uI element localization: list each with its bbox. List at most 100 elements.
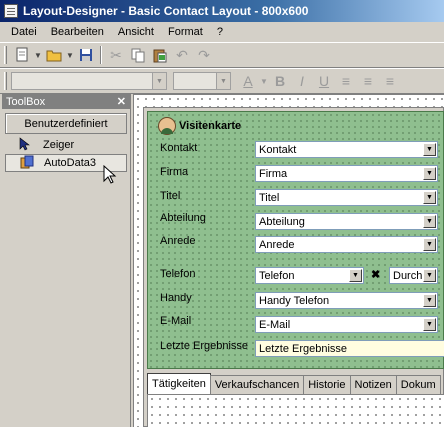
- tab-verkaufschancen[interactable]: Verkaufschancen: [209, 375, 305, 394]
- toolbar-grip[interactable]: [4, 72, 7, 90]
- anrede-dropdown[interactable]: Anrede ▼: [255, 236, 438, 253]
- save-disk-icon: [80, 49, 92, 61]
- durchwahl-dropdown[interactable]: Durch ▼: [389, 267, 438, 284]
- font-size-combo[interactable]: ▼: [173, 72, 231, 90]
- chevron-down-icon[interactable]: ▼: [423, 167, 436, 180]
- label-letzte-ergebnisse: Letzte Ergebnisse: [160, 340, 249, 352]
- titel-dropdown[interactable]: Titel ▼: [255, 189, 438, 206]
- label-telefon: Telefon: [160, 268, 196, 280]
- new-dropdown-arrow[interactable]: ▼: [33, 44, 43, 66]
- cut-icon: ✂: [110, 46, 122, 63]
- field-value: Telefon: [259, 269, 295, 282]
- chevron-down-icon[interactable]: ▼: [423, 318, 436, 331]
- align-right-button[interactable]: ≡: [379, 70, 401, 92]
- undo-icon: ↶: [176, 46, 188, 63]
- chevron-down-icon[interactable]: ▼: [423, 191, 436, 204]
- bold-button[interactable]: B: [269, 70, 291, 92]
- undo-button[interactable]: ↶: [171, 44, 193, 66]
- redo-button[interactable]: ↷: [193, 44, 215, 66]
- align-left-button[interactable]: ≡: [335, 70, 357, 92]
- card-header: Visitenkarte: [158, 117, 241, 135]
- new-layout-button[interactable]: [11, 44, 33, 66]
- abteilung-dropdown[interactable]: Abteilung ▼: [255, 213, 438, 230]
- field-value: Durch: [393, 269, 423, 282]
- paste-icon: [153, 49, 167, 63]
- menu-bearbeiten[interactable]: Bearbeiten: [44, 26, 111, 38]
- open-dropdown-arrow[interactable]: ▼: [65, 44, 75, 66]
- toolbar-separator: [100, 46, 102, 64]
- label-firma: Firma: [160, 166, 189, 178]
- card-title: Visitenkarte: [179, 120, 242, 132]
- underline-icon: U: [318, 73, 330, 89]
- menu-format[interactable]: Format: [161, 26, 210, 38]
- align-center-button[interactable]: ≡: [357, 70, 379, 92]
- label-kontakt: Kontakt: [160, 142, 198, 154]
- telefon-dropdown[interactable]: Telefon ▼: [255, 267, 364, 284]
- copy-icon: [131, 48, 145, 63]
- toolbox-panel: ToolBox ✕ Benutzerdefiniert Zeiger AutoD…: [2, 94, 131, 427]
- chevron-down-icon[interactable]: ▼: [349, 269, 362, 282]
- toolbox-item-pointer[interactable]: Zeiger: [5, 136, 127, 154]
- bold-icon: B: [274, 73, 286, 89]
- field-value: Kontakt: [259, 143, 297, 156]
- toolbar-grip[interactable]: [4, 46, 7, 64]
- toolbox-title: ToolBox: [6, 95, 46, 108]
- label-email: E-Mail: [160, 315, 192, 327]
- open-button[interactable]: [43, 44, 65, 66]
- handy-dropdown[interactable]: Handy Telefon ▼: [255, 292, 438, 309]
- chevron-down-icon[interactable]: ▼: [423, 238, 436, 251]
- app-icon: [4, 4, 18, 18]
- field-value: Titel: [259, 191, 280, 204]
- chevron-down-icon: ▼: [152, 73, 166, 89]
- email-dropdown[interactable]: E-Mail ▼: [255, 316, 438, 333]
- chevron-down-icon[interactable]: ▼: [423, 294, 436, 307]
- menu-ansicht[interactable]: Ansicht: [111, 26, 161, 38]
- tab-historie[interactable]: Historie: [303, 375, 351, 394]
- new-document-icon: [16, 47, 28, 62]
- firma-dropdown[interactable]: Firma ▼: [255, 165, 438, 182]
- font-color-dropdown-arrow[interactable]: ▼: [259, 70, 269, 92]
- font-color-button[interactable]: A: [237, 70, 259, 92]
- copy-button[interactable]: [127, 44, 149, 66]
- chevron-down-icon[interactable]: ▼: [423, 215, 436, 228]
- tab-content-area[interactable]: [147, 395, 444, 427]
- font-name-combo[interactable]: ▼: [11, 72, 167, 90]
- chevron-down-icon[interactable]: ▼: [423, 143, 436, 156]
- font-color-icon: A: [243, 73, 253, 89]
- chevron-down-icon: ▼: [216, 73, 230, 89]
- letzte-ergebnisse-field[interactable]: Letzte Ergebnisse: [255, 340, 444, 357]
- toolbox-item-label: Zeiger: [43, 139, 75, 151]
- save-button[interactable]: [75, 44, 97, 66]
- standard-toolbar: ▼ ▼ ✂ ↶ ↷: [0, 42, 444, 68]
- chevron-down-icon[interactable]: ▼: [423, 269, 436, 282]
- custom-controls-button[interactable]: Benutzerdefiniert: [5, 113, 127, 134]
- menu-bar: Datei Bearbeiten Ansicht Format ?: [0, 22, 444, 42]
- remove-phone-icon[interactable]: ✖: [371, 268, 380, 281]
- redo-icon: ↷: [198, 46, 210, 63]
- paste-button[interactable]: [149, 44, 171, 66]
- tab-dokumente[interactable]: Dokum: [395, 375, 441, 394]
- label-abteilung: Abteilung: [160, 212, 206, 224]
- window-title: Layout-Designer - Basic Contact Layout -…: [23, 4, 309, 18]
- field-value: Letzte Ergebnisse: [259, 342, 348, 355]
- cut-button[interactable]: ✂: [105, 44, 127, 66]
- label-handy: Handy: [160, 292, 192, 304]
- contact-avatar-icon: [158, 117, 176, 135]
- label-titel: Titel: [160, 190, 181, 202]
- toolbox-header: ToolBox ✕: [2, 94, 130, 109]
- close-icon[interactable]: ✕: [117, 95, 126, 108]
- italic-icon: I: [300, 73, 304, 89]
- menu-help[interactable]: ?: [210, 26, 230, 38]
- mouse-cursor-icon: [103, 165, 117, 184]
- align-left-icon: ≡: [341, 73, 351, 89]
- kontakt-dropdown[interactable]: Kontakt ▼: [255, 141, 438, 158]
- tab-taetigkeiten[interactable]: Tätigkeiten: [147, 373, 211, 394]
- underline-button[interactable]: U: [313, 70, 335, 92]
- italic-button[interactable]: I: [291, 70, 313, 92]
- align-center-icon: ≡: [363, 73, 373, 89]
- field-value: Anrede: [259, 238, 295, 251]
- menu-datei[interactable]: Datei: [4, 26, 44, 38]
- field-value: Firma: [259, 167, 288, 180]
- tab-notizen[interactable]: Notizen: [349, 375, 397, 394]
- autodata-icon: [20, 155, 36, 172]
